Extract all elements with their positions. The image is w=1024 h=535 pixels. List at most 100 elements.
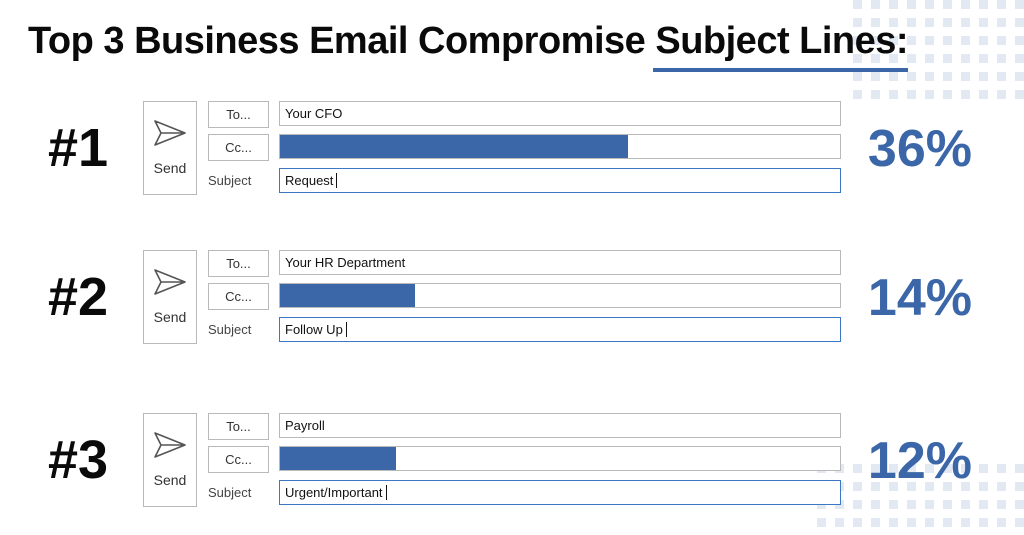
subject-field[interactable]: Urgent/Important — [279, 480, 841, 505]
send-button[interactable]: Send — [143, 250, 197, 344]
email-row: #2 Send To... Cc... Subject Your HR Depa… — [0, 250, 1024, 350]
to-field[interactable]: Payroll — [279, 413, 841, 438]
text-caret — [385, 485, 387, 500]
decorative-dot — [907, 54, 916, 63]
decorative-dot — [925, 518, 934, 527]
text-caret — [336, 173, 338, 188]
page-title: Top 3 Business Email Compromise Subject … — [28, 20, 909, 63]
decorative-dot — [979, 18, 988, 27]
decorative-dot — [925, 72, 934, 81]
decorative-dot — [853, 0, 862, 9]
decorative-dot — [979, 0, 988, 9]
cc-field[interactable] — [279, 283, 841, 308]
decorative-dot — [1015, 90, 1024, 99]
title-prefix: Top 3 Business Email Compromise — [28, 20, 656, 62]
decorative-dot — [997, 36, 1006, 45]
send-label: Send — [153, 160, 187, 176]
email-row: #1 Send To... Cc... Subject Your CFO Req… — [0, 101, 1024, 201]
percent-value: 12% — [867, 432, 972, 490]
send-button[interactable]: Send — [143, 101, 197, 195]
decorative-dot — [871, 72, 880, 81]
text-caret — [345, 322, 347, 337]
subject-field[interactable]: Request — [279, 168, 841, 193]
decorative-dot — [889, 0, 898, 9]
send-icon — [154, 432, 186, 458]
decorative-dot — [979, 54, 988, 63]
decorative-dot — [997, 90, 1006, 99]
rank-label: #1 — [48, 118, 109, 178]
decorative-dot — [1015, 72, 1024, 81]
decorative-dot — [925, 90, 934, 99]
rank-label: #3 — [48, 430, 109, 490]
decorative-dot — [943, 36, 952, 45]
decorative-dot — [925, 0, 934, 9]
send-icon — [154, 120, 186, 146]
send-label: Send — [153, 472, 187, 488]
decorative-dot — [889, 518, 898, 527]
subject-label: Subject — [208, 485, 252, 500]
decorative-dot — [853, 90, 862, 99]
percent-bar — [280, 135, 628, 158]
to-button[interactable]: To... — [208, 101, 269, 128]
decorative-dot — [997, 518, 1006, 527]
percent-value: 14% — [867, 269, 972, 327]
decorative-dot — [961, 72, 970, 81]
cc-button[interactable]: Cc... — [208, 283, 269, 310]
decorative-dot — [907, 518, 916, 527]
cc-field[interactable] — [279, 446, 841, 471]
to-button[interactable]: To... — [208, 413, 269, 440]
decorative-dot — [979, 36, 988, 45]
percent-bar — [280, 447, 396, 470]
cc-button[interactable]: Cc... — [208, 134, 269, 161]
subject-value: Request — [285, 173, 334, 188]
to-button[interactable]: To... — [208, 250, 269, 277]
cc-field[interactable] — [279, 134, 841, 159]
decorative-dot — [889, 90, 898, 99]
decorative-dot — [961, 0, 970, 9]
decorative-dot — [1015, 54, 1024, 63]
percent-value: 36% — [867, 120, 972, 178]
decorative-dot — [853, 72, 862, 81]
decorative-dot — [889, 72, 898, 81]
decorative-dot — [907, 90, 916, 99]
decorative-dot — [961, 36, 970, 45]
decorative-dot — [1015, 0, 1024, 9]
subject-label: Subject — [208, 322, 252, 337]
decorative-dot — [943, 72, 952, 81]
send-icon — [154, 269, 186, 295]
decorative-dot — [1015, 518, 1024, 527]
decorative-dot — [835, 518, 844, 527]
cc-button[interactable]: Cc... — [208, 446, 269, 473]
subject-field[interactable]: Follow Up — [279, 317, 841, 342]
decorative-dot — [961, 18, 970, 27]
email-row: #3 Send To... Cc... Subject Payroll Urge… — [0, 413, 1024, 513]
decorative-dot — [943, 90, 952, 99]
send-button[interactable]: Send — [143, 413, 197, 507]
decorative-dot — [817, 518, 826, 527]
decorative-dot — [979, 518, 988, 527]
decorative-dot — [907, 0, 916, 9]
decorative-dot — [979, 90, 988, 99]
decorative-dot — [961, 54, 970, 63]
decorative-dot — [925, 18, 934, 27]
decorative-dot — [1015, 36, 1024, 45]
decorative-dot — [979, 72, 988, 81]
decorative-dot — [1015, 18, 1024, 27]
decorative-dot — [997, 54, 1006, 63]
decorative-dot — [943, 0, 952, 9]
to-value: Your HR Department — [285, 255, 406, 270]
subject-label: Subject — [208, 173, 252, 188]
decorative-dot — [907, 18, 916, 27]
decorative-dot — [871, 518, 880, 527]
to-field[interactable]: Your CFO — [279, 101, 841, 126]
send-label: Send — [153, 309, 187, 325]
to-value: Your CFO — [285, 106, 343, 121]
subject-value: Follow Up — [285, 322, 343, 337]
to-field[interactable]: Your HR Department — [279, 250, 841, 275]
decorative-dot — [871, 0, 880, 9]
decorative-dot — [871, 90, 880, 99]
decorative-dot — [925, 36, 934, 45]
title-underlined: Subject Lines: — [655, 20, 909, 62]
decorative-dot — [907, 36, 916, 45]
subject-value: Urgent/Important — [285, 485, 383, 500]
